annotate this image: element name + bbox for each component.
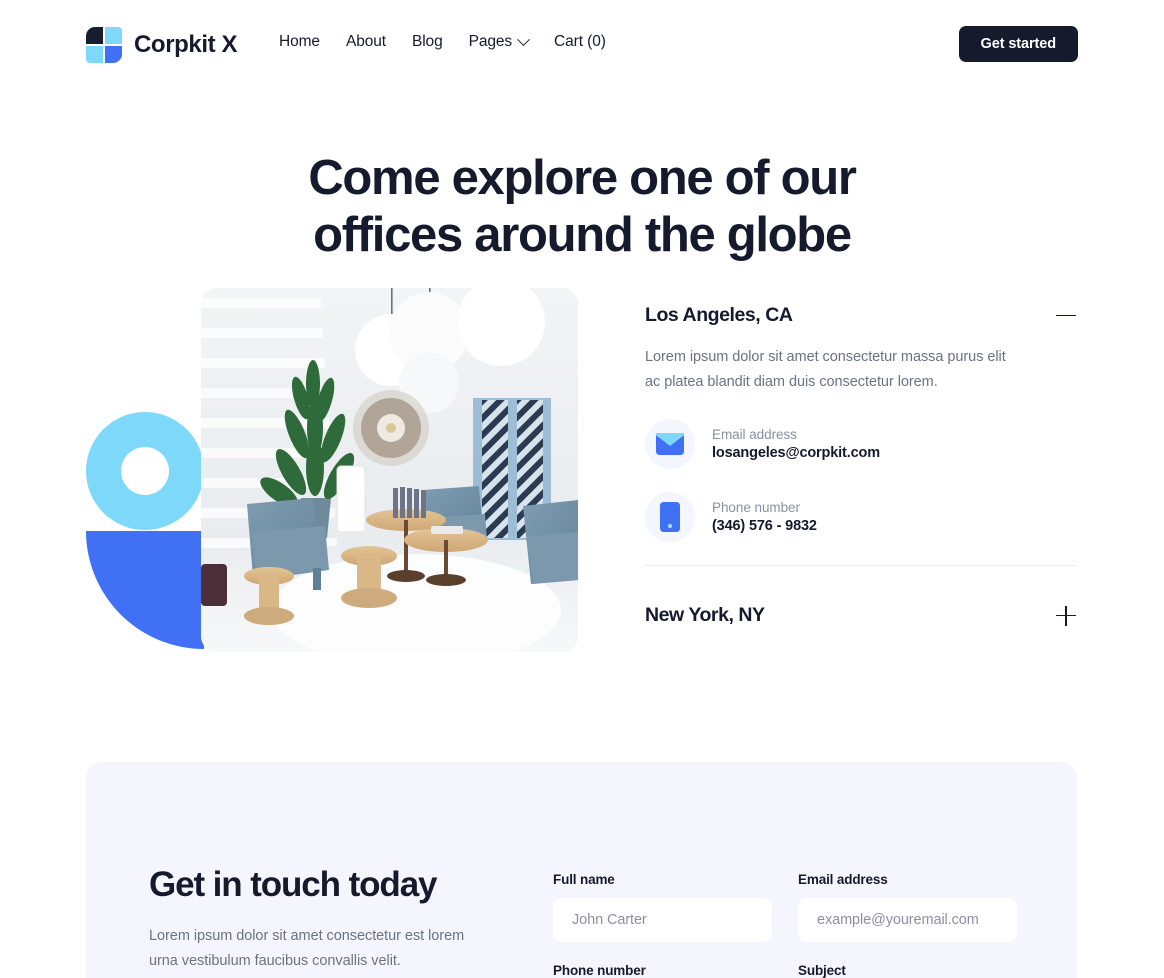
get-started-button[interactable]: Get started bbox=[958, 26, 1078, 62]
nav-link-home[interactable]: Home bbox=[279, 33, 320, 51]
label-email-address: Email address bbox=[798, 872, 888, 887]
field-email-address: Email address bbox=[798, 872, 1017, 942]
accordion-title-new-york: New York, NY bbox=[645, 604, 765, 626]
nav-link-blog[interactable]: Blog bbox=[412, 33, 443, 51]
minus-icon[interactable] bbox=[1056, 306, 1076, 326]
decor-ring-shape bbox=[86, 412, 204, 530]
label-subject: Subject bbox=[798, 963, 846, 978]
nav-link-about[interactable]: About bbox=[346, 33, 386, 51]
label-phone-number: Phone number bbox=[553, 963, 646, 978]
email-icon bbox=[645, 419, 695, 469]
contact-section-intro: Get in touch today Lorem ipsum dolor sit… bbox=[149, 864, 519, 974]
page-title: Come explore one of our offices around t… bbox=[0, 150, 1164, 264]
field-subject: Subject bbox=[798, 963, 1017, 978]
contact-row-email: Email address losangeles@corpkit.com bbox=[645, 419, 1076, 469]
accordion-item-los-angeles: Los Angeles, CA Lorem ipsum dolor sit am… bbox=[645, 300, 1076, 566]
offices-accordion: Los Angeles, CA Lorem ipsum dolor sit am… bbox=[645, 300, 1076, 627]
accordion-description: Lorem ipsum dolor sit amet consectetur m… bbox=[645, 349, 1006, 390]
corpkit-logo-icon bbox=[86, 27, 122, 63]
field-full-name: Full name bbox=[553, 872, 772, 942]
brand-logo[interactable]: Corpkit X bbox=[86, 27, 237, 63]
chevron-down-icon bbox=[517, 32, 530, 46]
accordion-header-new-york[interactable]: New York, NY bbox=[645, 600, 1076, 627]
contact-section: Get in touch today Lorem ipsum dolor sit… bbox=[86, 762, 1077, 978]
accordion-header-los-angeles[interactable]: Los Angeles, CA bbox=[645, 300, 1076, 327]
contact-value-email[interactable]: losangeles@corpkit.com bbox=[712, 445, 880, 461]
contact-value-phone[interactable]: (346) 576 - 9832 bbox=[712, 518, 817, 534]
contact-section-title: Get in touch today bbox=[149, 865, 438, 904]
phone-icon bbox=[645, 492, 695, 542]
accordion-title-los-angeles: Los Angeles, CA bbox=[645, 304, 793, 326]
nav-link-cart[interactable]: Cart (0) bbox=[554, 33, 606, 51]
office-photo bbox=[201, 288, 578, 652]
nav-link-pages[interactable]: Pages bbox=[468, 32, 530, 51]
contact-label-email: Email address bbox=[712, 427, 797, 442]
email-address-input[interactable] bbox=[798, 898, 1017, 942]
nav-link-pages-label: Pages bbox=[468, 33, 513, 50]
page-title-line-1: Come explore one of our bbox=[308, 151, 857, 205]
navbar: Corpkit X Home About Blog Pages Cart (0)… bbox=[0, 0, 1164, 88]
label-full-name: Full name bbox=[553, 872, 615, 887]
accordion-item-new-york: New York, NY bbox=[645, 566, 1076, 627]
accordion-body-los-angeles: Lorem ipsum dolor sit amet consectetur m… bbox=[645, 327, 1076, 542]
contact-label-phone: Phone number bbox=[712, 500, 800, 515]
brand-name: Corpkit X bbox=[134, 31, 238, 58]
field-phone-number: Phone number bbox=[553, 963, 772, 978]
plus-icon[interactable] bbox=[1056, 605, 1076, 626]
contact-form: Full name Email address Phone number Sub… bbox=[553, 872, 1023, 978]
contact-list: Email address losangeles@corpkit.com Pho… bbox=[645, 419, 1076, 542]
contact-section-subtitle: Lorem ipsum dolor sit amet consectetur e… bbox=[149, 928, 465, 969]
decor-blob-shape bbox=[86, 531, 204, 649]
contact-row-phone: Phone number (346) 576 - 9832 bbox=[645, 492, 1076, 542]
page-title-line-2: offices around the globe bbox=[313, 208, 852, 262]
full-name-input[interactable] bbox=[553, 898, 772, 942]
main-nav: Home About Blog Pages Cart (0) bbox=[279, 32, 606, 51]
